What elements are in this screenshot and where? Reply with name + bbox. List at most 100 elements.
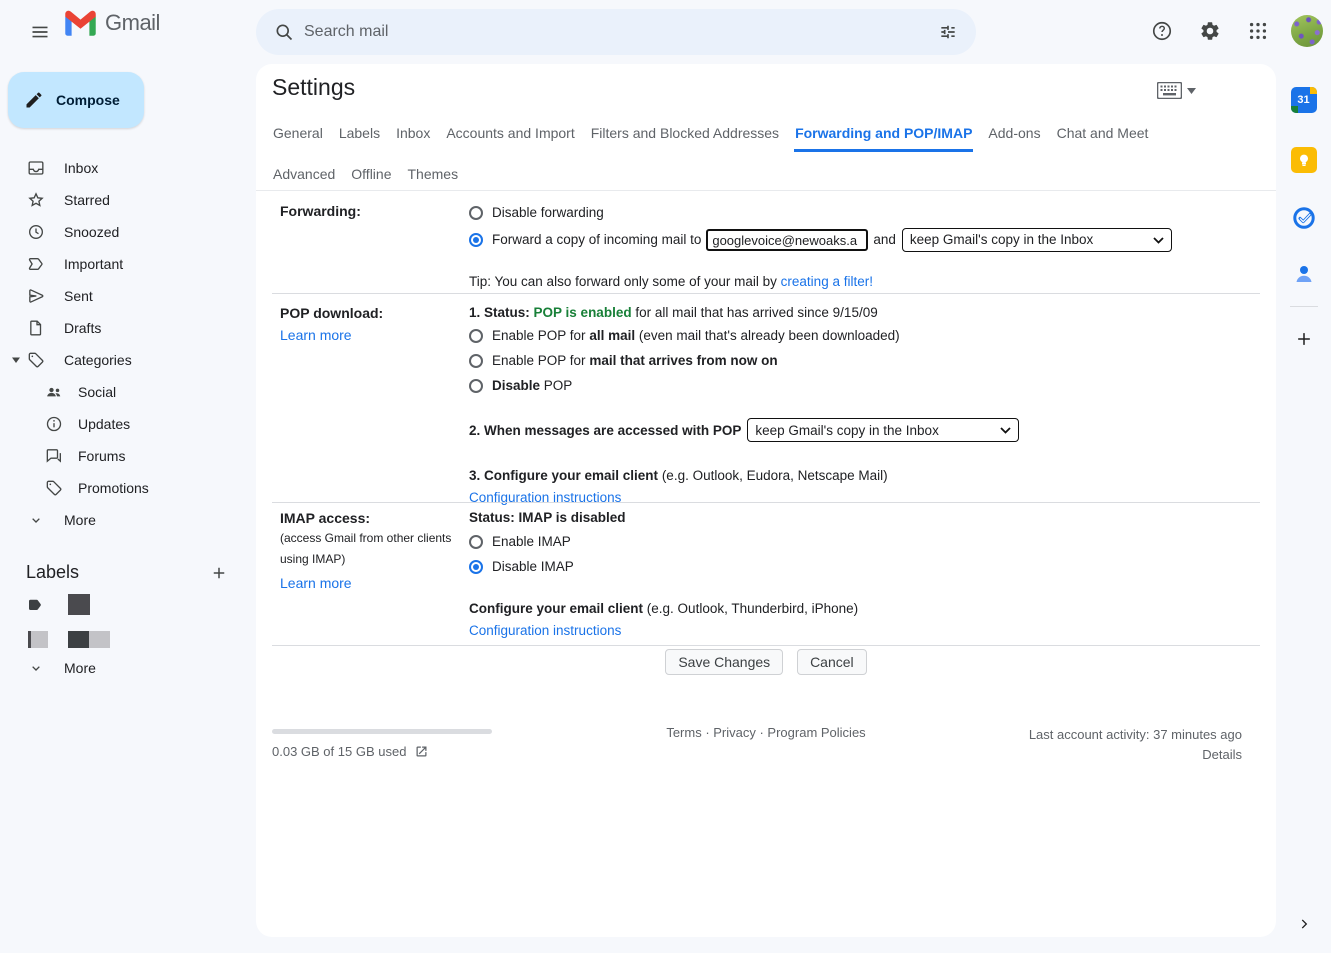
select-value: keep Gmail's copy in the Inbox [755,423,938,438]
redacted-label-icon [28,631,48,648]
sidebar-item-snoozed[interactable]: Snoozed [0,216,256,248]
pop-section-label: POP download: Learn more [280,305,460,343]
tab-inbox[interactable]: Inbox [395,121,431,152]
create-label-button[interactable] [208,562,230,584]
radio-pop-disable[interactable] [469,379,483,393]
search-options-button[interactable] [928,12,968,52]
section-divider [272,645,1260,646]
gmail-logo[interactable]: Gmail [64,10,160,36]
tab-add-ons[interactable]: Add-ons [987,121,1041,152]
sidebar-item-label: More [64,660,96,676]
section-divider [272,502,1260,503]
tab-accounts-and-import[interactable]: Accounts and Import [445,121,575,152]
sidebar-item-drafts[interactable]: Drafts [0,312,256,344]
topbar: Gmail [0,0,1331,64]
radio-row-forward-copy[interactable]: Forward a copy of incoming mail to and k… [469,228,1260,252]
imap-learn-more-link[interactable]: Learn more [280,575,352,591]
help-button[interactable] [1141,10,1183,52]
tab-chat-and-meet[interactable]: Chat and Meet [1056,121,1150,152]
search-input[interactable] [304,23,928,41]
radio-row-disable-forwarding[interactable]: Disable forwarding [469,203,1260,223]
radio-forward-copy[interactable] [469,233,483,247]
radio-pop-from-now-on[interactable] [469,354,483,368]
tab-general[interactable]: General [272,121,324,152]
sidebar-item-inbox[interactable]: Inbox [0,152,256,184]
dropdown-arrow-icon [1187,88,1196,94]
compose-label: Compose [56,92,120,108]
cancel-button[interactable]: Cancel [797,649,867,675]
compose-button[interactable]: Compose [8,72,144,128]
sidebar-item-starred[interactable]: Starred [0,184,256,216]
tasks-app-button[interactable] [1286,200,1322,236]
label-tag-icon [26,596,44,614]
tab-advanced[interactable]: Advanced [272,162,336,190]
tag-icon [44,478,64,498]
forwarding-tip: Tip: You can also forward only some of y… [469,274,1260,289]
select-value: keep Gmail's copy in the Inbox [910,230,1093,250]
right-side-panel: 31 [1276,64,1331,953]
rail-divider [1290,306,1318,307]
imap-section-label: IMAP access: (access Gmail from other cl… [280,510,460,591]
radio-row-pop-disable[interactable]: Disable POP [469,376,1260,396]
tab-offline[interactable]: Offline [350,162,392,190]
contacts-app-button[interactable] [1286,256,1322,292]
radio-row-enable-imap[interactable]: Enable IMAP [469,532,1260,552]
forwarding-action-select[interactable]: keep Gmail's copy in the Inbox [902,228,1172,252]
radio-row-disable-imap[interactable]: Disable IMAP [469,557,1260,577]
get-add-ons-button[interactable] [1286,321,1322,357]
menu-button[interactable] [16,8,64,56]
creating-a-filter-link[interactable]: creating a filter! [781,274,873,289]
expander-arrow-icon[interactable] [8,352,24,368]
calendar-app-button[interactable]: 31 [1286,82,1322,118]
activity-details-link[interactable]: Details [1202,745,1242,765]
tab-themes[interactable]: Themes [407,162,460,190]
sidebar-item-forums[interactable]: Forums [0,440,256,472]
labels-heading: Labels [26,562,79,583]
clock-icon [26,222,46,242]
apps-grid-icon [1247,20,1269,42]
forwarding-section: Disable forwarding Forward a copy of inc… [469,203,1260,289]
radio-row-pop-from-now-on[interactable]: Enable POP for mail that arrives from no… [469,351,1260,371]
radio-row-pop-all-mail[interactable]: Enable POP for all mail (even mail that'… [469,326,1260,346]
tune-icon [938,22,958,42]
tab-labels[interactable]: Labels [338,121,381,152]
apps-button[interactable] [1237,10,1279,52]
tab-forwarding-and-pop-imap[interactable]: Forwarding and POP/IMAP [794,121,973,152]
radio-disable-forwarding[interactable] [469,206,483,220]
forwarding-email-input[interactable] [706,229,868,251]
sidebar-item-sent[interactable]: Sent [0,280,256,312]
pop-learn-more-link[interactable]: Learn more [280,327,352,343]
sidebar-item-more[interactable]: More [0,504,256,536]
keep-app-button[interactable] [1286,142,1322,178]
sidebar-labels-more[interactable]: More [0,652,256,684]
tab-filters-and-blocked-addresses[interactable]: Filters and Blocked Addresses [590,121,780,152]
chat-icon [44,446,64,466]
search-bar[interactable] [256,9,976,55]
sidebar-nav: Inbox Starred Snoozed Important Sent Dra… [0,152,256,536]
radio-pop-all-mail[interactable] [469,329,483,343]
account-avatar[interactable] [1291,15,1323,47]
imap-configuration-instructions-link[interactable]: Configuration instructions [469,623,621,638]
pop-action-select[interactable]: keep Gmail's copy in the Inbox [747,418,1019,442]
sidebar-item-important[interactable]: Important [0,248,256,280]
radio-disable-imap[interactable] [469,560,483,574]
sidebar-item-updates[interactable]: Updates [0,408,256,440]
sidebar-item-categories[interactable]: Categories [0,344,256,376]
sidebar-item-promotions[interactable]: Promotions [0,472,256,504]
plus-icon [210,564,228,582]
plus-icon [1294,329,1314,349]
settings-panel: Settings General Labels Inbox Accounts a… [256,64,1276,937]
input-tools-toggle[interactable] [1157,82,1196,99]
redacted-label-name [68,594,90,615]
label-row-redacted[interactable] [0,592,256,622]
search-button[interactable] [264,12,304,52]
sidebar-item-label: Forums [78,448,125,464]
hide-side-panel-button[interactable] [1289,909,1319,939]
save-changes-button[interactable]: Save Changes [665,649,783,675]
settings-tabs-row1: General Labels Inbox Accounts and Import… [272,121,1149,152]
open-in-new-icon[interactable] [414,744,429,759]
sidebar-item-social[interactable]: Social [0,376,256,408]
radio-enable-imap[interactable] [469,535,483,549]
radio-label: Enable POP for all mail (even mail that'… [492,326,900,346]
settings-button[interactable] [1189,10,1231,52]
